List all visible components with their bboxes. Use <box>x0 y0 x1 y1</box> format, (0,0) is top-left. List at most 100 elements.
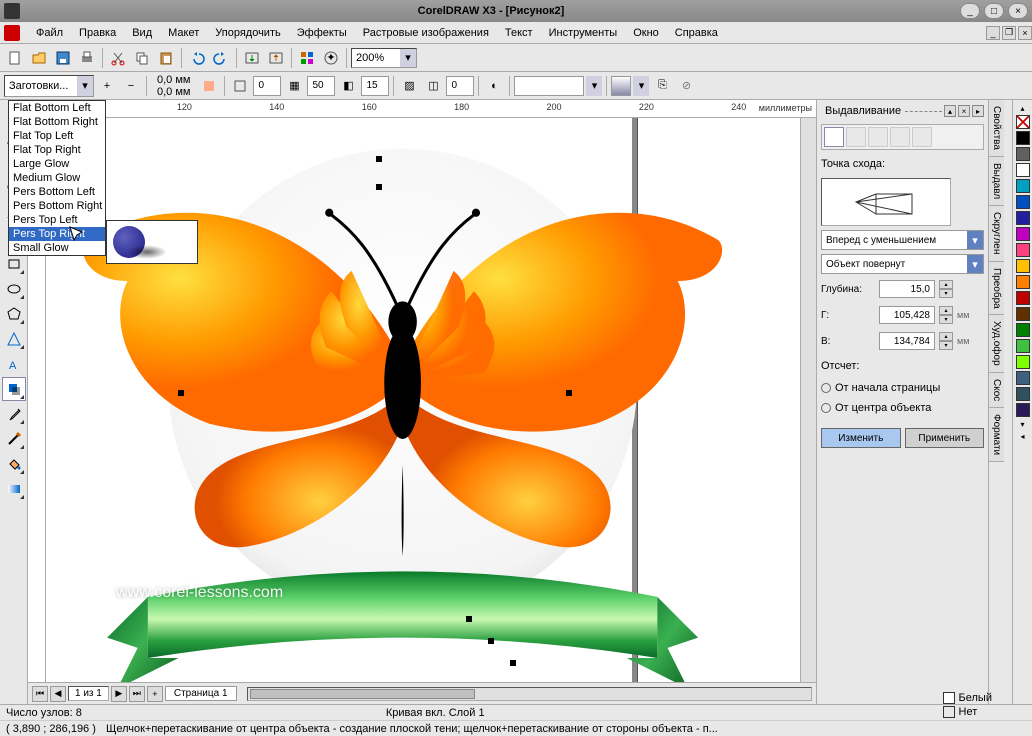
page-first-button[interactable]: ⏮ <box>32 686 48 702</box>
prop-icon-3[interactable]: ▦ <box>283 75 305 97</box>
save-button[interactable] <box>52 47 74 69</box>
g-input[interactable] <box>879 306 935 324</box>
menu-layout[interactable]: Макет <box>160 24 207 42</box>
b-input[interactable] <box>879 332 935 350</box>
menu-effects[interactable]: Эффекты <box>289 24 355 42</box>
new-button[interactable] <box>4 47 26 69</box>
color-swatch[interactable] <box>1016 339 1030 353</box>
docker-tab-light[interactable] <box>868 127 888 147</box>
docker-tab-fillet[interactable]: Скруглен <box>989 206 1004 261</box>
preset-item[interactable]: Flat Top Left <box>9 129 105 143</box>
text-tool[interactable]: A <box>2 352 26 376</box>
depth-input[interactable] <box>879 280 935 298</box>
prop-icon-4[interactable]: ◧ <box>337 75 359 97</box>
color-swatch[interactable] <box>1016 147 1030 161</box>
color-swatch[interactable] <box>1016 179 1030 193</box>
app-launcher-button[interactable] <box>296 47 318 69</box>
docker-tab-extrude[interactable]: Выдавл <box>989 157 1004 206</box>
outline-swatch-icon[interactable] <box>943 706 955 718</box>
copy-button[interactable] <box>131 47 153 69</box>
fill-tool[interactable] <box>2 452 26 476</box>
color-swatch[interactable] <box>1016 227 1030 241</box>
copy-shadow-button[interactable]: ⎘ <box>651 75 673 97</box>
sel-handle[interactable] <box>510 660 516 666</box>
preset-item[interactable]: Large Glow <box>9 157 105 171</box>
export-button[interactable] <box>265 47 287 69</box>
polygon-tool[interactable] <box>2 302 26 326</box>
menu-bitmaps[interactable]: Растровые изображения <box>355 24 497 42</box>
prop-icon-7[interactable]: ◐ <box>483 75 505 97</box>
system-menu-icon[interactable] <box>4 3 20 19</box>
spin-down[interactable]: ▾ <box>939 341 953 350</box>
ellipse-tool[interactable] <box>2 277 26 301</box>
paste-button[interactable] <box>155 47 177 69</box>
dropdown-arrow[interactable]: ▾ <box>967 255 983 273</box>
sel-handle[interactable] <box>488 638 494 644</box>
cut-button[interactable] <box>107 47 129 69</box>
open-button[interactable] <box>28 47 50 69</box>
color-swatch[interactable] <box>1016 131 1030 145</box>
color-swatch[interactable] <box>1016 195 1030 209</box>
sel-handle[interactable] <box>178 390 184 396</box>
color-swatch[interactable] <box>1016 355 1030 369</box>
feather-arrow[interactable]: ▾ <box>633 76 649 96</box>
color-swatch[interactable] <box>1016 259 1030 273</box>
sel-handle[interactable] <box>466 616 472 622</box>
radio-object-center[interactable]: От центра объекта <box>821 402 984 414</box>
clear-shadow-button[interactable]: ⊘ <box>675 75 697 97</box>
radio-page-origin[interactable]: От начала страницы <box>821 382 984 394</box>
prop-icon-5[interactable]: ▨ <box>398 75 420 97</box>
menu-view[interactable]: Вид <box>124 24 160 42</box>
palette-scroll-up[interactable]: ▴ <box>1016 102 1030 114</box>
prop-icon-1[interactable] <box>198 75 220 97</box>
menu-text[interactable]: Текст <box>497 24 541 42</box>
spin-down[interactable]: ▾ <box>939 315 953 324</box>
preset-item[interactable]: Pers Bottom Right <box>9 199 105 213</box>
color-swatch[interactable] <box>1016 307 1030 321</box>
zoom-input[interactable] <box>352 49 400 67</box>
interactive-dropshadow-tool[interactable] <box>2 377 26 401</box>
spin-up[interactable]: ▴ <box>939 306 953 315</box>
shadow-color-arrow[interactable]: ▾ <box>586 76 602 96</box>
basic-shapes-tool[interactable] <box>2 327 26 351</box>
presets-combo[interactable]: Заготовки... ▾ <box>4 75 94 97</box>
menu-tools[interactable]: Инструменты <box>541 24 626 42</box>
maximize-button[interactable]: □ <box>984 3 1004 19</box>
import-button[interactable] <box>241 47 263 69</box>
menu-edit[interactable]: Правка <box>71 24 124 42</box>
prop-icon-6[interactable]: ◫ <box>422 75 444 97</box>
prop-field-a[interactable]: 0 <box>253 76 281 96</box>
prop-field-b[interactable]: 50 <box>307 76 335 96</box>
preset-item[interactable]: Flat Bottom Left <box>9 101 105 115</box>
docker-rollup-button[interactable]: ▴ <box>944 105 956 117</box>
color-swatch[interactable] <box>1016 371 1030 385</box>
page-prev-button[interactable]: ◀ <box>50 686 66 702</box>
fill-swatch-icon[interactable] <box>943 692 955 704</box>
docker-close-button[interactable]: × <box>958 105 970 117</box>
extrude-type-combo[interactable]: Вперед с уменьшением ▾ <box>821 230 984 250</box>
close-button[interactable]: × <box>1008 3 1028 19</box>
feather-swatch[interactable] <box>611 76 631 96</box>
print-button[interactable] <box>76 47 98 69</box>
docker-tab-rotation[interactable] <box>846 127 866 147</box>
color-swatch[interactable] <box>1016 403 1030 417</box>
docker-tab-properties[interactable]: Свойства <box>989 100 1004 157</box>
spin-up[interactable]: ▴ <box>939 280 953 289</box>
docker-tab-artistic[interactable]: Худ.офор <box>989 315 1004 373</box>
preset-item-selected[interactable]: Pers Top Right <box>9 227 105 241</box>
menu-help[interactable]: Справка <box>667 24 726 42</box>
docker-tab-camera[interactable] <box>824 127 844 147</box>
dropdown-arrow[interactable]: ▾ <box>967 231 983 249</box>
eyedropper-tool[interactable] <box>2 402 26 426</box>
menu-window[interactable]: Окно <box>625 24 667 42</box>
edit-button[interactable]: Изменить <box>821 428 901 448</box>
doc-restore-button[interactable]: ❐ <box>1002 26 1016 40</box>
docker-menu-button[interactable]: ▸ <box>972 105 984 117</box>
welcome-button[interactable]: ✦ <box>320 47 342 69</box>
preset-item[interactable]: Flat Top Right <box>9 143 105 157</box>
outline-tool[interactable] <box>2 427 26 451</box>
sel-handle[interactable] <box>376 184 382 190</box>
palette-flyout[interactable]: ◂ <box>1016 430 1030 442</box>
page-next-button[interactable]: ▶ <box>111 686 127 702</box>
preset-item[interactable]: Pers Bottom Left <box>9 185 105 199</box>
